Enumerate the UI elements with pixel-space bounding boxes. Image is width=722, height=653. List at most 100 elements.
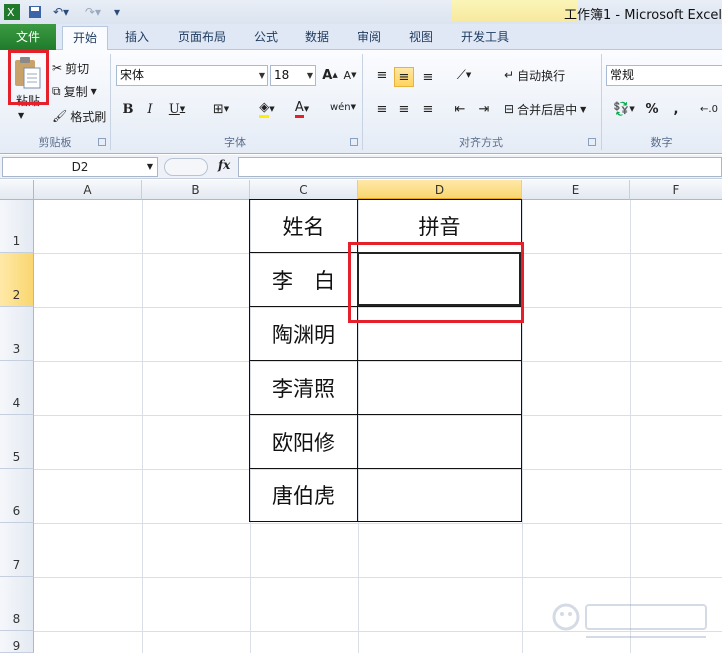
row-header-5[interactable]: 5: [0, 415, 34, 469]
title-bar: X ↶▾ ↷▾ ▾ 工作簿1 - Microsoft Excel: [0, 0, 722, 24]
formula-bar: D2 ▼ fx: [0, 155, 722, 179]
brush-icon: 🖌: [52, 109, 68, 123]
window-title: 工作簿1 - Microsoft Excel: [564, 8, 722, 23]
column-header-a[interactable]: A: [34, 180, 142, 200]
row-header-7[interactable]: 7: [0, 523, 34, 577]
undo-icon[interactable]: ↶▾: [48, 3, 74, 21]
ribbon-tab-bar: 文件 开始 插入 页面布局 公式 数据 审阅 视图 开发工具: [0, 24, 722, 51]
tab-insert[interactable]: 插入: [116, 26, 158, 50]
tab-file[interactable]: 文件: [0, 24, 56, 50]
column-header-b[interactable]: B: [142, 180, 250, 200]
comma-button[interactable]: ,: [666, 99, 686, 119]
align-left-icon[interactable]: ≡: [372, 99, 392, 119]
baidu-watermark-logo: [546, 599, 716, 645]
borders-icon[interactable]: ⊞ ▼: [204, 99, 238, 119]
cell-c6[interactable]: 唐伯虎: [250, 469, 357, 521]
alignment-group-label: 对齐方式: [459, 136, 503, 149]
cut-button[interactable]: ✂ 剪切: [52, 58, 89, 78]
save-icon[interactable]: [26, 3, 44, 21]
cell-c4[interactable]: 李清照: [250, 361, 357, 414]
row-header-6[interactable]: 6: [0, 469, 34, 523]
formula-bar-resize-handle[interactable]: [164, 158, 208, 176]
row-header-3[interactable]: 3: [0, 307, 34, 361]
format-painter-button[interactable]: 🖌 格式刷: [52, 106, 106, 126]
orientation-icon[interactable]: ⟋ ▼: [450, 65, 478, 85]
align-center-icon[interactable]: ≡: [394, 99, 414, 119]
bold-icon[interactable]: B: [118, 99, 138, 119]
insert-function-icon[interactable]: fx: [218, 158, 230, 172]
qat-customize-icon[interactable]: ▾: [110, 3, 124, 21]
gridline: [34, 577, 722, 578]
increase-decimal-icon[interactable]: ←.0: [696, 99, 722, 119]
number-group-label: 数字: [650, 136, 673, 149]
column-header-f[interactable]: F: [630, 180, 722, 200]
paste-dropdown-icon[interactable]: ▼: [18, 111, 24, 120]
column-header-e[interactable]: E: [522, 180, 630, 200]
gridline: [34, 523, 722, 524]
row-header-8[interactable]: 8: [0, 577, 34, 631]
gridline: [34, 361, 722, 362]
scissors-icon: ✂: [52, 61, 63, 75]
tab-view[interactable]: 视图: [400, 26, 442, 50]
cell-c5[interactable]: 欧阳修: [250, 415, 357, 468]
gridline: [142, 200, 143, 653]
font-color-icon[interactable]: A ▼: [286, 99, 318, 119]
name-box[interactable]: D2 ▼: [2, 157, 158, 177]
tab-data[interactable]: 数据: [296, 26, 338, 50]
alignment-launcher-icon[interactable]: [588, 138, 596, 146]
italic-icon[interactable]: I: [140, 99, 160, 119]
clipboard-launcher-icon[interactable]: [98, 138, 106, 146]
currency-format-icon[interactable]: 💱 ▼: [610, 99, 638, 119]
copy-button[interactable]: ⧉ 复制 ▼: [52, 81, 97, 101]
redo-icon[interactable]: ↷▾: [80, 3, 106, 21]
merge-center-button[interactable]: ⊟ 合并后居中 ▼: [504, 99, 586, 119]
paste-highlight-box: [8, 50, 49, 105]
increase-indent-icon[interactable]: ⇥: [474, 99, 494, 119]
tab-developer[interactable]: 开发工具: [452, 26, 518, 50]
fill-color-icon[interactable]: ◈ ▼: [250, 99, 284, 119]
font-name-combo[interactable]: 宋体 ▼: [116, 65, 268, 86]
clipboard-group-label: 剪贴板: [38, 136, 72, 149]
ribbon: 粘贴 ▼ ✂ 剪切 ⧉ 复制 ▼ 🖌 格式刷 剪贴板 宋体 ▼ 18 ▼ A ▲ A ▼ B I…: [0, 50, 722, 154]
tab-page-layout[interactable]: 页面布局: [170, 26, 234, 50]
row-header-9[interactable]: 9: [0, 631, 34, 653]
svg-text:X: X: [7, 6, 15, 19]
cell-c3[interactable]: 陶渊明: [250, 307, 357, 360]
tab-formulas[interactable]: 公式: [246, 26, 286, 50]
font-size-combo[interactable]: 18 ▼: [270, 65, 316, 86]
phonetic-guide-icon[interactable]: wén ▼: [328, 97, 358, 117]
shrink-font-icon[interactable]: A ▼: [340, 65, 360, 85]
blurred-overlay: [452, 0, 578, 22]
decrease-indent-icon[interactable]: ⇤: [450, 99, 470, 119]
gridline: [34, 469, 722, 470]
column-header-d[interactable]: D: [358, 180, 522, 200]
grow-font-icon[interactable]: A ▲: [320, 65, 340, 85]
gridline: [34, 415, 722, 416]
cell-c1[interactable]: 姓名: [250, 200, 357, 252]
font-launcher-icon[interactable]: [350, 138, 358, 146]
row-header-2[interactable]: 2: [0, 253, 34, 307]
wrap-text-icon: ↵: [504, 68, 515, 82]
merge-icon: ⊟: [504, 102, 515, 116]
tab-review[interactable]: 审阅: [348, 26, 390, 50]
align-middle-icon[interactable]: ≡: [394, 67, 414, 87]
copy-icon: ⧉: [52, 83, 61, 98]
number-format-combo[interactable]: 常规: [606, 65, 722, 86]
gridline: [630, 200, 631, 653]
red-highlight-box: [348, 242, 524, 323]
row-header-4[interactable]: 4: [0, 361, 34, 415]
font-group-label: 字体: [224, 136, 246, 149]
column-header-c[interactable]: C: [250, 180, 358, 200]
align-right-icon[interactable]: ≡: [418, 99, 438, 119]
cell-c2[interactable]: 李 白: [250, 253, 357, 306]
underline-icon[interactable]: U ▼: [162, 99, 192, 119]
wrap-text-button[interactable]: ↵ 自动换行: [504, 65, 565, 85]
align-bottom-icon[interactable]: ≡: [418, 67, 438, 87]
tab-home[interactable]: 开始: [62, 26, 108, 51]
percent-button[interactable]: %: [642, 99, 662, 119]
align-top-icon[interactable]: ≡: [372, 65, 392, 85]
select-all-corner[interactable]: [0, 180, 34, 200]
excel-logo-icon: X: [3, 3, 21, 21]
formula-input[interactable]: [238, 157, 722, 177]
row-header-1[interactable]: 1: [0, 200, 34, 253]
